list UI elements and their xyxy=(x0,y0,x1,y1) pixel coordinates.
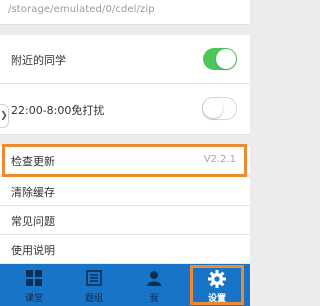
nearby-classmates-row[interactable]: 附近的同学 xyxy=(0,35,250,84)
tab-me[interactable]: 我 xyxy=(124,264,184,306)
check-update-highlight xyxy=(2,144,247,177)
grid-icon xyxy=(26,270,42,290)
nearby-classmates-label: 附近的同学 xyxy=(11,54,66,67)
clear-cache-label: 清除缓存 xyxy=(11,186,55,199)
tab-classroom[interactable]: 课堂 xyxy=(4,264,64,306)
do-not-disturb-label: 22:00-8:00免打扰 xyxy=(11,104,105,117)
tab-classroom-label: 课堂 xyxy=(24,294,43,304)
storage-path-text: /storage/emulated/0/cdel/zip xyxy=(8,4,155,15)
faq-row[interactable]: 常见问题 xyxy=(0,206,250,235)
bottom-tab-bar: 课堂 题组 我 设置 xyxy=(0,264,250,306)
person-icon xyxy=(146,270,162,290)
settings-tab-highlight xyxy=(190,265,244,305)
storage-path-row[interactable]: /storage/emulated/0/cdel/zip xyxy=(0,0,250,25)
tab-question-group[interactable]: 题组 xyxy=(64,264,124,306)
help-label: 使用说明 xyxy=(11,244,55,257)
nearby-classmates-toggle[interactable] xyxy=(203,48,237,70)
do-not-disturb-toggle[interactable] xyxy=(202,97,237,120)
do-not-disturb-row[interactable]: 22:00-8:00免打扰 xyxy=(0,84,250,135)
help-row[interactable]: 使用说明 xyxy=(0,235,250,263)
side-drawer-handle-icon[interactable]: ❯ xyxy=(0,104,9,128)
tab-me-label: 我 xyxy=(149,294,159,304)
document-icon xyxy=(86,270,102,290)
tab-question-group-label: 题组 xyxy=(84,294,103,304)
faq-label: 常见问题 xyxy=(11,215,55,228)
clear-cache-row[interactable]: 清除缓存 xyxy=(0,177,250,206)
